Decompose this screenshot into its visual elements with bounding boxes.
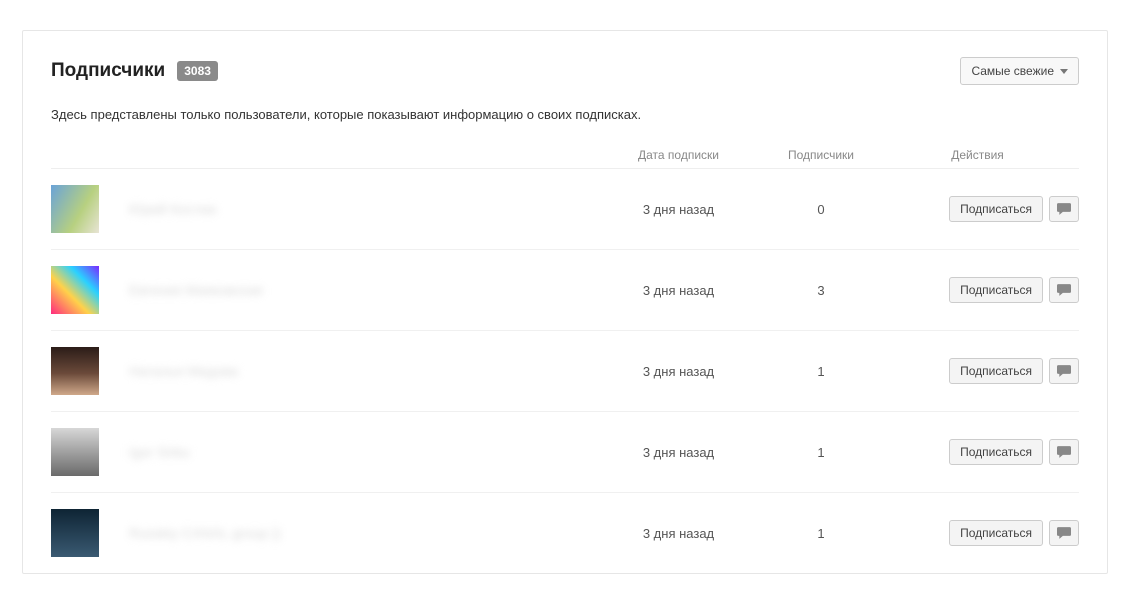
subscribe-button[interactable]: Подписаться [949, 277, 1043, 303]
message-button[interactable] [1049, 196, 1079, 222]
subscription-date: 3 дня назад [591, 202, 766, 217]
count-badge: 3083 [177, 61, 218, 81]
subscription-date: 3 дня назад [591, 364, 766, 379]
sort-dropdown[interactable]: Самые свежие [960, 57, 1079, 85]
col-date-label: Дата подписки [591, 148, 766, 162]
message-icon [1057, 365, 1071, 377]
user-name[interactable]: Наталья Медова [129, 363, 238, 379]
subscription-date: 3 дня назад [591, 445, 766, 460]
col-actions-label: Действия [876, 148, 1079, 162]
message-icon [1057, 527, 1071, 539]
caret-down-icon [1060, 69, 1068, 74]
message-icon [1057, 284, 1071, 296]
subscribe-button[interactable]: Подписаться [949, 358, 1043, 384]
message-button[interactable] [1049, 277, 1079, 303]
table-row: Наталья Медова 3 дня назад 1 Подписаться [51, 331, 1079, 412]
avatar[interactable] [51, 347, 99, 395]
message-button[interactable] [1049, 439, 1079, 465]
avatar[interactable] [51, 428, 99, 476]
col-subs-label: Подписчики [766, 148, 876, 162]
avatar[interactable] [51, 185, 99, 233]
message-button[interactable] [1049, 358, 1079, 384]
subscribers-count: 1 [766, 526, 876, 541]
subscription-date: 3 дня назад [591, 526, 766, 541]
subscribers-count: 3 [766, 283, 876, 298]
user-name[interactable]: Igor Sirbu [129, 444, 190, 460]
subscribers-count: 0 [766, 202, 876, 217]
subscribe-button[interactable]: Подписаться [949, 520, 1043, 546]
table-row: Юрий Костюк 3 дня назад 0 Подписаться [51, 169, 1079, 250]
table-row: Russkiy CANAL group )) 3 дня назад 1 Под… [51, 493, 1079, 573]
subscription-date: 3 дня назад [591, 283, 766, 298]
subscribe-button[interactable]: Подписаться [949, 196, 1043, 222]
table-header: Дата подписки Подписчики Действия [51, 140, 1079, 169]
avatar[interactable] [51, 266, 99, 314]
user-name[interactable]: Юрий Костюк [129, 201, 216, 217]
subscribers-count: 1 [766, 364, 876, 379]
table-row: Евгения Маяковская 3 дня назад 3 Подписа… [51, 250, 1079, 331]
message-icon [1057, 446, 1071, 458]
subscribe-button[interactable]: Подписаться [949, 439, 1043, 465]
page-title: Подписчики [51, 60, 165, 82]
user-name[interactable]: Russkiy CANAL group )) [129, 525, 281, 541]
user-name[interactable]: Евгения Маяковская [129, 282, 263, 298]
subscribers-count: 1 [766, 445, 876, 460]
subtitle-text: Здесь представлены только пользователи, … [51, 107, 1079, 122]
table-row: Igor Sirbu 3 дня назад 1 Подписаться [51, 412, 1079, 493]
avatar[interactable] [51, 509, 99, 557]
sort-label: Самые свежие [971, 64, 1054, 78]
message-icon [1057, 203, 1071, 215]
subscribers-panel: Подписчики 3083 Самые свежие Здесь предс… [22, 30, 1108, 574]
message-button[interactable] [1049, 520, 1079, 546]
